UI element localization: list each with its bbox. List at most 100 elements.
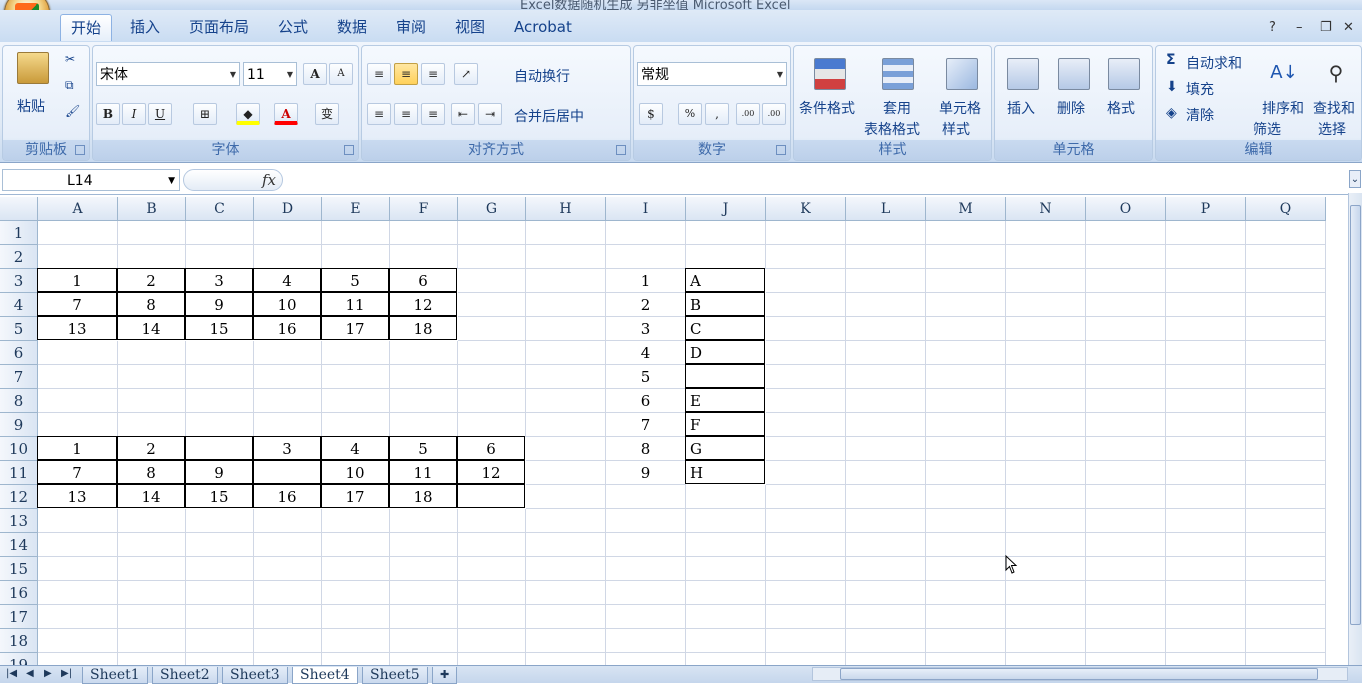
prev-sheet-icon[interactable]: ◀ (26, 668, 34, 679)
cell-b13[interactable] (118, 509, 186, 533)
cell-g1[interactable] (458, 221, 526, 245)
cell-b4[interactable]: 8 (117, 292, 185, 316)
cell-styles-label-2[interactable]: 样式 (942, 119, 970, 139)
insert-function-icon[interactable]: fx (262, 171, 276, 189)
cell-c18[interactable] (186, 629, 254, 653)
cell-n4[interactable] (1006, 293, 1086, 317)
cell-o12[interactable] (1086, 485, 1166, 509)
cell-d4[interactable]: 10 (253, 292, 321, 316)
cell-c12[interactable]: 15 (185, 484, 253, 508)
cell-q2[interactable] (1246, 245, 1326, 269)
column-header[interactable]: N (1006, 197, 1086, 221)
font-launcher-icon[interactable] (344, 145, 354, 155)
tab-page-layout[interactable]: 页面布局 (179, 14, 259, 40)
cell-i3[interactable]: 1 (606, 269, 686, 293)
row-header[interactable]: 7 (0, 365, 38, 389)
column-header[interactable]: Q (1246, 197, 1326, 221)
cell-p14[interactable] (1166, 533, 1246, 557)
cell-q11[interactable] (1246, 461, 1326, 485)
alignment-launcher-icon[interactable] (616, 145, 626, 155)
cell-q16[interactable] (1246, 581, 1326, 605)
cell-i2[interactable] (606, 245, 686, 269)
chevron-down-icon[interactable]: ▼ (168, 170, 175, 192)
row-header[interactable]: 11 (0, 461, 38, 485)
cell-a8[interactable] (38, 389, 118, 413)
cell-g4[interactable] (458, 293, 526, 317)
row-header[interactable]: 18 (0, 629, 38, 653)
cell-c17[interactable] (186, 605, 254, 629)
cell-o10[interactable] (1086, 437, 1166, 461)
cell-k14[interactable] (766, 533, 846, 557)
cell-i13[interactable] (606, 509, 686, 533)
cell-m10[interactable] (926, 437, 1006, 461)
cell-o5[interactable] (1086, 317, 1166, 341)
clipboard-launcher-icon[interactable] (75, 145, 85, 155)
cell-i12[interactable] (606, 485, 686, 509)
cell-p16[interactable] (1166, 581, 1246, 605)
column-header[interactable]: I (606, 197, 686, 221)
cell-m9[interactable] (926, 413, 1006, 437)
cell-f13[interactable] (390, 509, 458, 533)
cell-m12[interactable] (926, 485, 1006, 509)
cell-g9[interactable] (458, 413, 526, 437)
cell-c6[interactable] (186, 341, 254, 365)
cell-h18[interactable] (526, 629, 606, 653)
cell-a3[interactable]: 1 (37, 268, 117, 292)
percent-button[interactable]: % (678, 103, 702, 125)
cell-b6[interactable] (118, 341, 186, 365)
cell-p19[interactable] (1166, 653, 1246, 665)
cell-p8[interactable] (1166, 389, 1246, 413)
cell-c15[interactable] (186, 557, 254, 581)
cell-b16[interactable] (118, 581, 186, 605)
cell-c19[interactable] (186, 653, 254, 665)
cell-i6[interactable]: 4 (606, 341, 686, 365)
cell-q17[interactable] (1246, 605, 1326, 629)
cell-d15[interactable] (254, 557, 322, 581)
align-center-icon[interactable]: ≡ (394, 103, 418, 125)
paste-button[interactable]: 粘贴 (17, 96, 45, 116)
cell-d10[interactable]: 3 (253, 436, 321, 460)
cell-p2[interactable] (1166, 245, 1246, 269)
cell-g19[interactable] (458, 653, 526, 665)
select-all-corner[interactable] (0, 197, 38, 221)
cell-l13[interactable] (846, 509, 926, 533)
cell-b10[interactable]: 2 (117, 436, 185, 460)
cell-c1[interactable] (186, 221, 254, 245)
cell-c13[interactable] (186, 509, 254, 533)
cell-styles-icon[interactable] (946, 58, 978, 90)
row-header[interactable]: 12 (0, 485, 38, 509)
cell-a10[interactable]: 1 (37, 436, 117, 460)
cell-h3[interactable] (526, 269, 606, 293)
cell-g8[interactable] (458, 389, 526, 413)
cell-b2[interactable] (118, 245, 186, 269)
cell-e6[interactable] (322, 341, 390, 365)
cell-q15[interactable] (1246, 557, 1326, 581)
cell-e10[interactable]: 4 (321, 436, 389, 460)
cell-i15[interactable] (606, 557, 686, 581)
row-header[interactable]: 6 (0, 341, 38, 365)
cell-l10[interactable] (846, 437, 926, 461)
cut-icon[interactable]: ✂ (65, 52, 75, 66)
cell-o16[interactable] (1086, 581, 1166, 605)
cell-n6[interactable] (1006, 341, 1086, 365)
borders-icon[interactable]: ⊞ (193, 103, 217, 125)
find-select-label-2[interactable]: 选择 (1318, 119, 1346, 139)
cell-h11[interactable] (526, 461, 606, 485)
cell-b8[interactable] (118, 389, 186, 413)
cell-l15[interactable] (846, 557, 926, 581)
cell-h17[interactable] (526, 605, 606, 629)
cell-e12[interactable]: 17 (321, 484, 389, 508)
cell-j8[interactable]: E (685, 388, 765, 412)
cell-k11[interactable] (766, 461, 846, 485)
cell-m1[interactable] (926, 221, 1006, 245)
cell-h14[interactable] (526, 533, 606, 557)
vertical-scroll-thumb[interactable] (1350, 205, 1361, 625)
cell-m8[interactable] (926, 389, 1006, 413)
cell-c2[interactable] (186, 245, 254, 269)
underline-button[interactable]: U (148, 103, 172, 125)
cell-e5[interactable]: 17 (321, 316, 389, 340)
cell-b5[interactable]: 14 (117, 316, 185, 340)
row-header[interactable]: 5 (0, 317, 38, 341)
cell-b15[interactable] (118, 557, 186, 581)
cell-g12[interactable] (457, 484, 525, 508)
